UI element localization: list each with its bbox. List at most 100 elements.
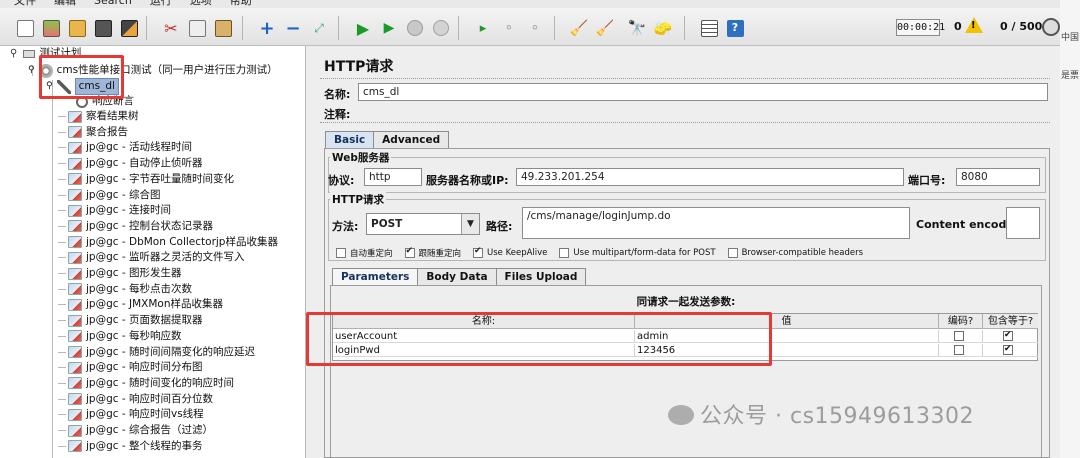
help-icon[interactable]: ? xyxy=(724,17,746,39)
tree-item-listener[interactable]: jp@gc - 图形发生器 xyxy=(58,266,181,281)
clear-icon[interactable]: 🧹 xyxy=(568,17,590,39)
tree-item-listener[interactable]: jp@gc - 字节吞吐量随时间变化 xyxy=(58,172,234,187)
option-checkbox[interactable]: 跟随重定向 xyxy=(404,246,461,259)
tree-item-listener[interactable]: jp@gc - JMXMon样品收集器 xyxy=(58,297,223,312)
expand-arrow-icon[interactable]: ⚲ xyxy=(28,63,35,78)
checkbox-icon[interactable] xyxy=(559,248,570,258)
tree-item-listener[interactable]: jp@gc - 响应时间分布图 xyxy=(58,360,202,375)
save-icon[interactable] xyxy=(92,17,114,39)
tab-files-upload[interactable]: Files Upload xyxy=(495,268,587,286)
port-field[interactable]: 8080 xyxy=(956,168,1040,186)
option-checkbox[interactable]: Use multipart/form-data for POST xyxy=(559,247,716,259)
option-checkbox[interactable]: Use KeepAlive xyxy=(473,246,547,259)
listener-icon xyxy=(68,126,82,139)
include-equals-checkbox[interactable] xyxy=(1003,329,1013,342)
method-select[interactable]: POST ▼ xyxy=(366,213,480,235)
remote-shutdown-icon[interactable]: ⚬ xyxy=(524,17,546,39)
checkbox-icon[interactable] xyxy=(473,246,484,258)
gear-icon[interactable] xyxy=(1042,18,1060,36)
include-equals-checkbox[interactable] xyxy=(1003,343,1013,356)
tree-item-listener[interactable]: 聚合报告 xyxy=(58,125,128,140)
method-label: 方法: xyxy=(332,220,359,233)
expand-icon[interactable]: + xyxy=(256,17,278,39)
start-no-pause-icon[interactable]: ▶ xyxy=(378,17,400,39)
tree-item-listener[interactable]: 察看结果树 xyxy=(58,109,139,124)
name-field[interactable]: cms_dl xyxy=(358,83,1048,101)
tab-advanced[interactable]: Advanced xyxy=(373,131,450,149)
tree-item-listener[interactable]: jp@gc - 连接时间 xyxy=(58,203,171,218)
collapse-icon[interactable]: − xyxy=(282,17,304,39)
checkbox-icon[interactable] xyxy=(336,248,346,258)
tree-item-listener[interactable]: jp@gc - 综合图 xyxy=(58,188,160,203)
paste-icon[interactable] xyxy=(212,17,234,39)
tree-item-listener[interactable]: jp@gc - 每秒响应数 xyxy=(58,329,181,344)
search-icon[interactable]: 🔭 xyxy=(626,17,648,39)
tree-item-listener[interactable]: jp@gc - 活动线程时间 xyxy=(58,140,192,155)
edge-text: 中国 xyxy=(1061,33,1080,43)
highlight-box xyxy=(306,312,772,366)
expand-arrow-icon[interactable]: ⚲ xyxy=(10,46,17,61)
tree-item-listener[interactable]: jp@gc - 随时间变化的响应时间 xyxy=(58,376,234,391)
function-helper-icon[interactable] xyxy=(698,17,720,39)
param-encode-cell xyxy=(939,330,983,343)
save-as-icon[interactable] xyxy=(118,17,140,39)
tree-item-listener[interactable]: jp@gc - 自动停止侦听器 xyxy=(58,156,202,171)
tree-item-listener[interactable]: jp@gc - 响应时间vs线程 xyxy=(58,407,204,422)
tab-parameters[interactable]: Parameters xyxy=(332,268,419,286)
tree-connector xyxy=(58,304,66,306)
request-options: 自动重定向 跟随重定向 Use KeepAlive Use multipart/for… xyxy=(336,246,875,259)
path-field[interactable]: /cms/manage/loginJump.do xyxy=(522,207,910,239)
protocol-field[interactable]: http xyxy=(364,168,422,186)
menu-options[interactable]: 选项 xyxy=(190,0,212,8)
new-icon[interactable] xyxy=(14,17,36,39)
http-request-title: HTTP请求 xyxy=(330,192,387,207)
option-checkbox[interactable]: Browser-compatible headers xyxy=(727,247,863,259)
method-value: POST xyxy=(371,218,403,230)
menu-run[interactable]: 运行 xyxy=(150,0,172,8)
remote-start-icon[interactable]: ▸ xyxy=(472,17,494,39)
warning-icon[interactable]: ! xyxy=(965,17,983,33)
server-name-field[interactable]: 49.233.201.254 xyxy=(516,168,904,186)
content-encoding-field[interactable] xyxy=(1006,207,1040,239)
tree-label: jp@gc - 监听器之灵活的文件写入 xyxy=(86,251,245,264)
tree-item-listener[interactable]: jp@gc - DbMon Collectorjp样品收集器 xyxy=(58,235,278,250)
shutdown-icon[interactable] xyxy=(430,17,452,39)
tree-item-listener[interactable]: jp@gc - 整个线程的事务 xyxy=(58,439,202,454)
tree-item-listener[interactable]: jp@gc - 监听器之灵活的文件写入 xyxy=(58,250,244,265)
templates-icon[interactable] xyxy=(40,17,62,39)
menu-help[interactable]: 帮助 xyxy=(230,0,252,8)
tab-basic[interactable]: Basic xyxy=(325,131,375,149)
tree-item-listener[interactable]: jp@gc - 每秒点击次数 xyxy=(58,282,192,297)
menu-search[interactable]: Search xyxy=(94,0,132,8)
tree-label: jp@gc - 每秒响应数 xyxy=(86,329,182,342)
tree-item-listener[interactable]: jp@gc - 随时间间隔变化的响应延迟 xyxy=(58,345,255,360)
tree-item-listener[interactable]: jp@gc - 综合报告（过滤） xyxy=(58,423,213,438)
option-checkbox[interactable]: 自动重定向 xyxy=(336,247,393,259)
remote-stop-icon[interactable]: ⚬ xyxy=(498,17,520,39)
toolbar: ✂ + − ⤢ ▶ ▶ ▸ ⚬ ⚬ 🧹 🧹 🔭 🧽 ? 00:00:21 0 !… xyxy=(0,8,1060,46)
checkbox-icon[interactable] xyxy=(404,246,415,258)
toggle-icon[interactable]: ⤢ xyxy=(308,17,330,39)
encode-checkbox[interactable] xyxy=(954,345,964,355)
tree-item-listener[interactable]: jp@gc - 响应时间百分位数 xyxy=(58,392,213,407)
menu-file[interactable]: 文件 xyxy=(14,0,36,8)
start-icon[interactable]: ▶ xyxy=(352,17,374,39)
reset-search-icon[interactable]: 🧽 xyxy=(652,17,674,39)
tab-body-data[interactable]: Body Data xyxy=(417,268,497,286)
col-header-encode[interactable]: 编码? xyxy=(939,314,983,329)
elapsed-timer: 00:00:21 xyxy=(896,19,945,36)
open-icon[interactable] xyxy=(66,17,88,39)
col-header-include-equals[interactable]: 包含等于? xyxy=(983,314,1038,329)
checkbox-icon[interactable] xyxy=(727,248,738,258)
param-encode-cell xyxy=(939,344,983,357)
encode-checkbox[interactable] xyxy=(954,331,964,341)
cut-icon[interactable]: ✂ xyxy=(160,17,182,39)
menu-edit[interactable]: 编辑 xyxy=(54,0,76,8)
tree-item-listener[interactable]: jp@gc - 控制台状态记录器 xyxy=(58,219,213,234)
clear-all-icon[interactable]: 🧹 xyxy=(594,17,616,39)
chevron-down-icon[interactable]: ▼ xyxy=(461,214,479,234)
stop-icon[interactable] xyxy=(404,17,426,39)
highlight-box xyxy=(39,55,124,99)
tree-item-listener[interactable]: jp@gc - 页面数据提取器 xyxy=(58,313,202,328)
copy-icon[interactable] xyxy=(186,17,208,39)
